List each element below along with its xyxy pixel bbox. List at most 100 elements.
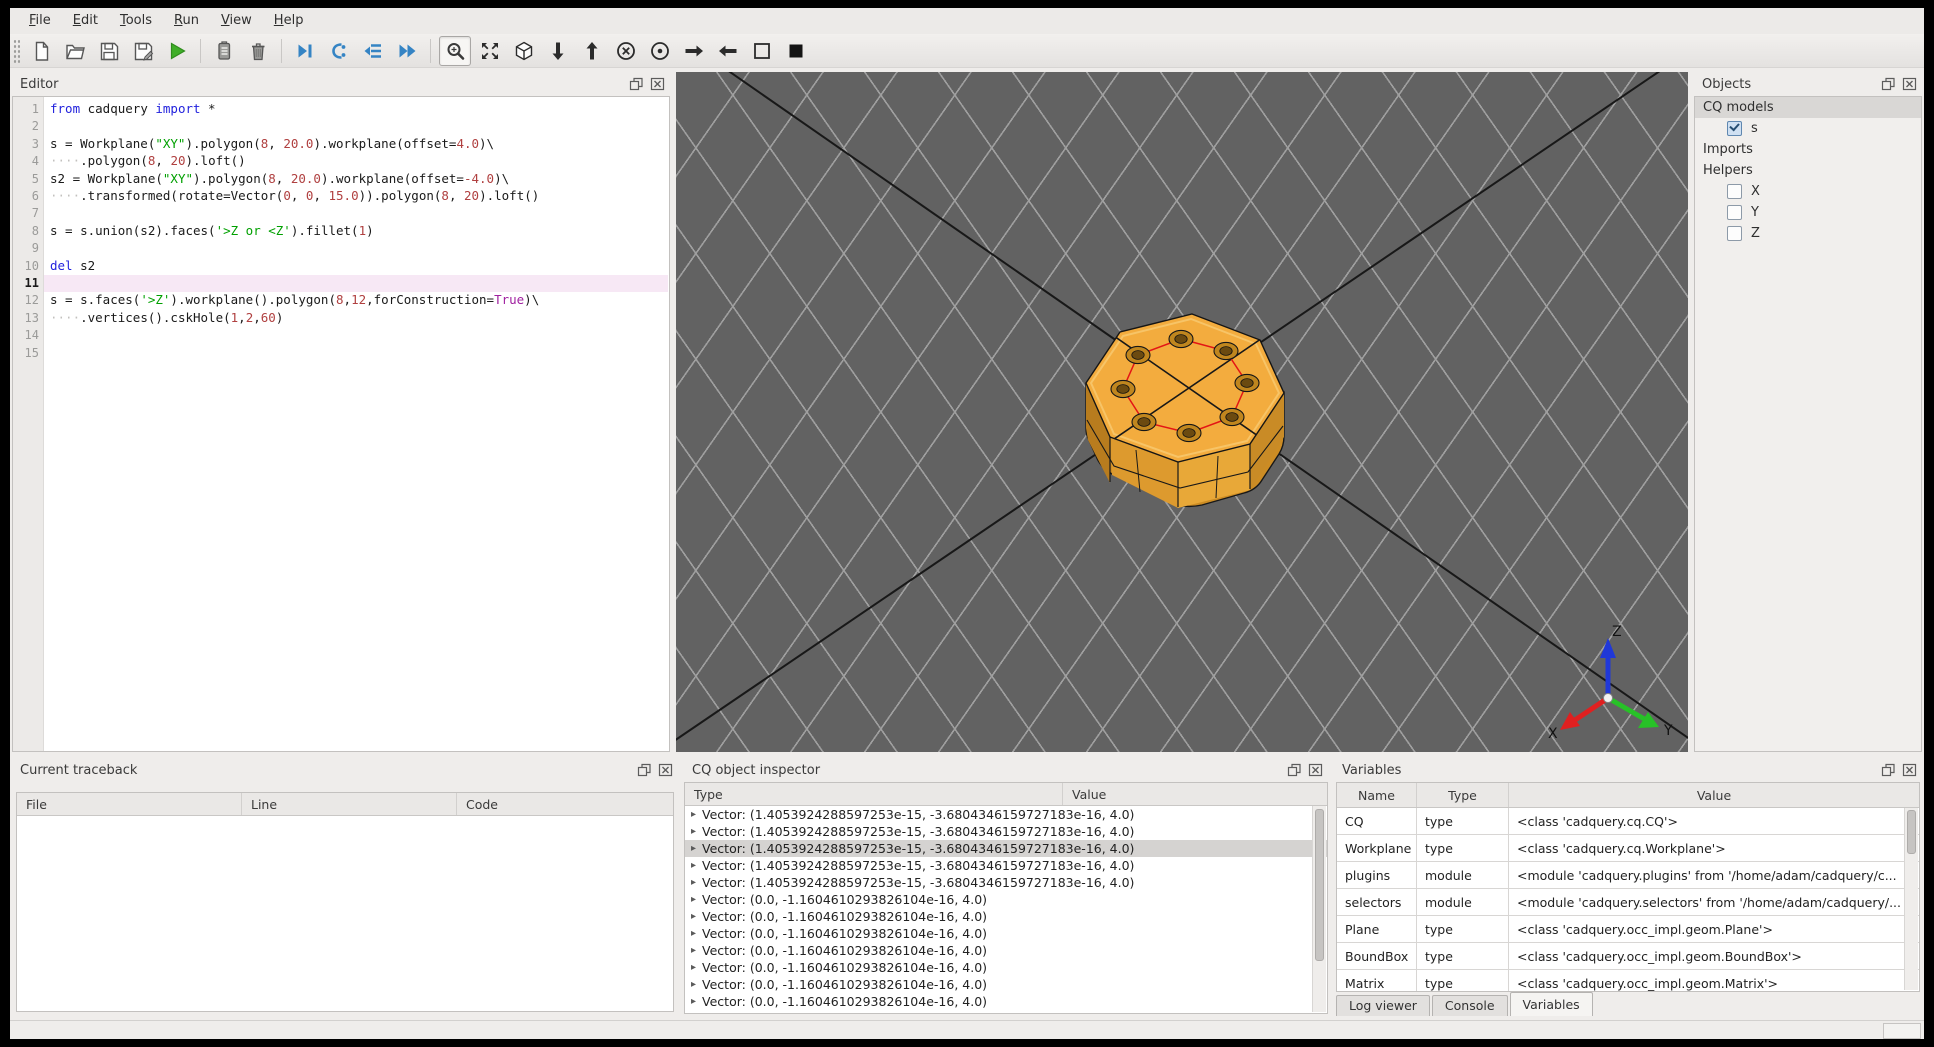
inspector-row[interactable]: ▸Vector: (0.0, -1.1604610293826104e-16, … <box>685 891 1327 908</box>
float-panel-button[interactable] <box>1880 76 1897 92</box>
inspector-row[interactable]: ▸Vector: (0.0, -1.1604610293826104e-16, … <box>685 976 1327 993</box>
top-view-button[interactable] <box>543 37 573 65</box>
delete-button[interactable] <box>243 37 273 65</box>
continue-button[interactable] <box>392 37 422 65</box>
bottom-view-button[interactable] <box>577 37 607 65</box>
expander-icon[interactable]: ▸ <box>691 894 696 905</box>
traceback-col-code[interactable]: Code <box>457 793 673 815</box>
wireframe-button[interactable] <box>747 37 777 65</box>
expander-icon[interactable]: ▸ <box>691 843 696 854</box>
menu-view[interactable]: View <box>210 8 263 34</box>
fit-all-button[interactable] <box>475 37 505 65</box>
3d-viewport[interactable]: Z X Y <box>676 72 1688 752</box>
toolbar-drag-handle[interactable] <box>13 38 20 63</box>
checkbox-s[interactable] <box>1727 121 1742 136</box>
variable-row[interactable]: CQ type <class 'cadquery.cq.CQ'> <box>1337 808 1919 835</box>
iso-view-button[interactable] <box>509 37 539 65</box>
step-into-button[interactable] <box>324 37 354 65</box>
float-panel-button[interactable] <box>1880 762 1897 778</box>
tree-item-helpers[interactable]: Helpers <box>1695 160 1921 181</box>
checkbox-z[interactable] <box>1727 226 1742 241</box>
variables-col-value[interactable]: Value <box>1509 783 1919 807</box>
render-button[interactable] <box>162 37 192 65</box>
traceback-col-line[interactable]: Line <box>242 793 457 815</box>
tree-item-z[interactable]: Z <box>1695 223 1921 244</box>
close-panel-button[interactable] <box>649 76 666 92</box>
expander-icon[interactable]: ▸ <box>691 911 696 922</box>
inspector-row[interactable]: ▸Vector: (0.0, -1.1604610293826104e-16, … <box>685 1010 1327 1014</box>
left-view-button[interactable] <box>679 37 709 65</box>
inspector-row[interactable]: ▸Vector: (0.0, -1.1604610293826104e-16, … <box>685 925 1327 942</box>
debug-button[interactable] <box>209 37 239 65</box>
tree-item-y[interactable]: Y <box>1695 202 1921 223</box>
step-list-button[interactable] <box>358 37 388 65</box>
code-editor[interactable]: 1 2 3 4 5 6 7 8 9 10 11 12 13 14 15 from cadquery impo… <box>12 96 670 752</box>
close-panel-button[interactable] <box>1307 762 1324 778</box>
float-panel-button[interactable] <box>628 76 645 92</box>
tab-log-viewer[interactable]: Log viewer <box>1336 995 1430 1016</box>
resize-grip[interactable] <box>1883 1023 1921 1039</box>
open-file-button[interactable] <box>60 37 90 65</box>
variable-row[interactable]: Matrix type <class 'cadquery.occ_impl.geom… <box>1337 970 1919 991</box>
inspector-row[interactable]: ▸Vector: (0.0, -1.1604610293826104e-16, … <box>685 942 1327 959</box>
inspector-scrollbar[interactable] <box>1312 806 1326 1012</box>
front-view-button[interactable] <box>611 37 641 65</box>
back-view-button[interactable] <box>645 37 675 65</box>
inspector-row[interactable]: ▸ Vector: (1.4053924288597253e-15, -3.680… <box>685 874 1327 891</box>
variables-scrollbar[interactable] <box>1904 808 1918 990</box>
tree-item-x[interactable]: X <box>1695 181 1921 202</box>
expander-icon[interactable]: ▸ <box>691 826 696 837</box>
tab-variables[interactable]: Variables <box>1509 992 1593 1016</box>
expander-icon[interactable]: ▸ <box>691 996 696 1007</box>
expander-icon[interactable]: ▸ <box>691 809 696 820</box>
variable-row[interactable]: BoundBox type <class 'cadquery.occ_impl.ge… <box>1337 943 1919 970</box>
expander-icon[interactable]: ▸ <box>691 962 696 973</box>
inspector-row[interactable]: ▸ Vector: (1.4053924288597253e-15, -3.680… <box>685 840 1327 857</box>
expander-icon[interactable]: ▸ <box>691 928 696 939</box>
variable-row[interactable]: Workplane type <class 'cadquery.cq.Workpla… <box>1337 835 1919 862</box>
traceback-col-file[interactable]: File <box>17 793 242 815</box>
tree-item-imports[interactable]: Imports <box>1695 139 1921 160</box>
step-button[interactable] <box>290 37 320 65</box>
checkbox-x[interactable] <box>1727 184 1742 199</box>
variable-row[interactable]: plugins module <module 'cadquery.plugins' … <box>1337 862 1919 889</box>
close-panel-button[interactable] <box>1901 76 1918 92</box>
save-as-button[interactable] <box>128 37 158 65</box>
expander-icon[interactable]: ▸ <box>691 877 696 888</box>
variables-col-name[interactable]: Name <box>1337 783 1417 807</box>
fit-view-button[interactable] <box>439 35 471 66</box>
inspector-row[interactable]: ▸ Vector: (1.4053924288597253e-15, -3.680… <box>685 857 1327 874</box>
menu-tools[interactable]: Tools <box>109 8 163 34</box>
expander-icon[interactable]: ▸ <box>691 1013 696 1014</box>
close-panel-button[interactable] <box>657 762 674 778</box>
inspector-row[interactable]: ▸Vector: (0.0, -1.1604610293826104e-16, … <box>685 908 1327 925</box>
inspector-row[interactable]: ▸ Vector: (1.4053924288597253e-15, -3.680… <box>685 823 1327 840</box>
expander-icon[interactable]: ▸ <box>691 860 696 871</box>
tab-console[interactable]: Console <box>1431 995 1508 1016</box>
new-file-button[interactable] <box>26 37 56 65</box>
expander-icon[interactable]: ▸ <box>691 979 696 990</box>
float-panel-button[interactable] <box>1286 762 1303 778</box>
menu-edit[interactable]: Edit <box>62 8 109 34</box>
variable-row[interactable]: selectors module <module 'cadquery.selecto… <box>1337 889 1919 916</box>
expander-icon[interactable]: ▸ <box>691 945 696 956</box>
inspector-row[interactable]: ▸Vector: (0.0, -1.1604610293826104e-16, … <box>685 993 1327 1010</box>
inspector-row[interactable]: ▸ Vector: (1.4053924288597253e-15, -3.680… <box>685 806 1327 823</box>
menu-run[interactable]: Run <box>163 8 210 34</box>
right-view-button[interactable] <box>713 37 743 65</box>
float-panel-button[interactable] <box>636 762 653 778</box>
shaded-button[interactable] <box>781 37 811 65</box>
variables-col-type[interactable]: Type <box>1417 783 1509 807</box>
checkbox-y[interactable] <box>1727 205 1742 220</box>
menu-help[interactable]: Help <box>263 8 315 34</box>
menu-file[interactable]: File <box>18 8 62 34</box>
inspector-row[interactable]: ▸Vector: (0.0, -1.1604610293826104e-16, … <box>685 959 1327 976</box>
cad-model[interactable] <box>1066 294 1306 522</box>
inspector-col-value[interactable]: Value <box>1063 783 1327 805</box>
tree-item-cq-models[interactable]: CQ models <box>1695 97 1921 118</box>
tree-item-s[interactable]: s <box>1695 118 1921 139</box>
variable-row[interactable]: Plane type <class 'cadquery.occ_impl.geom.… <box>1337 916 1919 943</box>
inspector-col-type[interactable]: Type <box>685 783 1063 805</box>
close-panel-button[interactable] <box>1901 762 1918 778</box>
save-button[interactable] <box>94 37 124 65</box>
